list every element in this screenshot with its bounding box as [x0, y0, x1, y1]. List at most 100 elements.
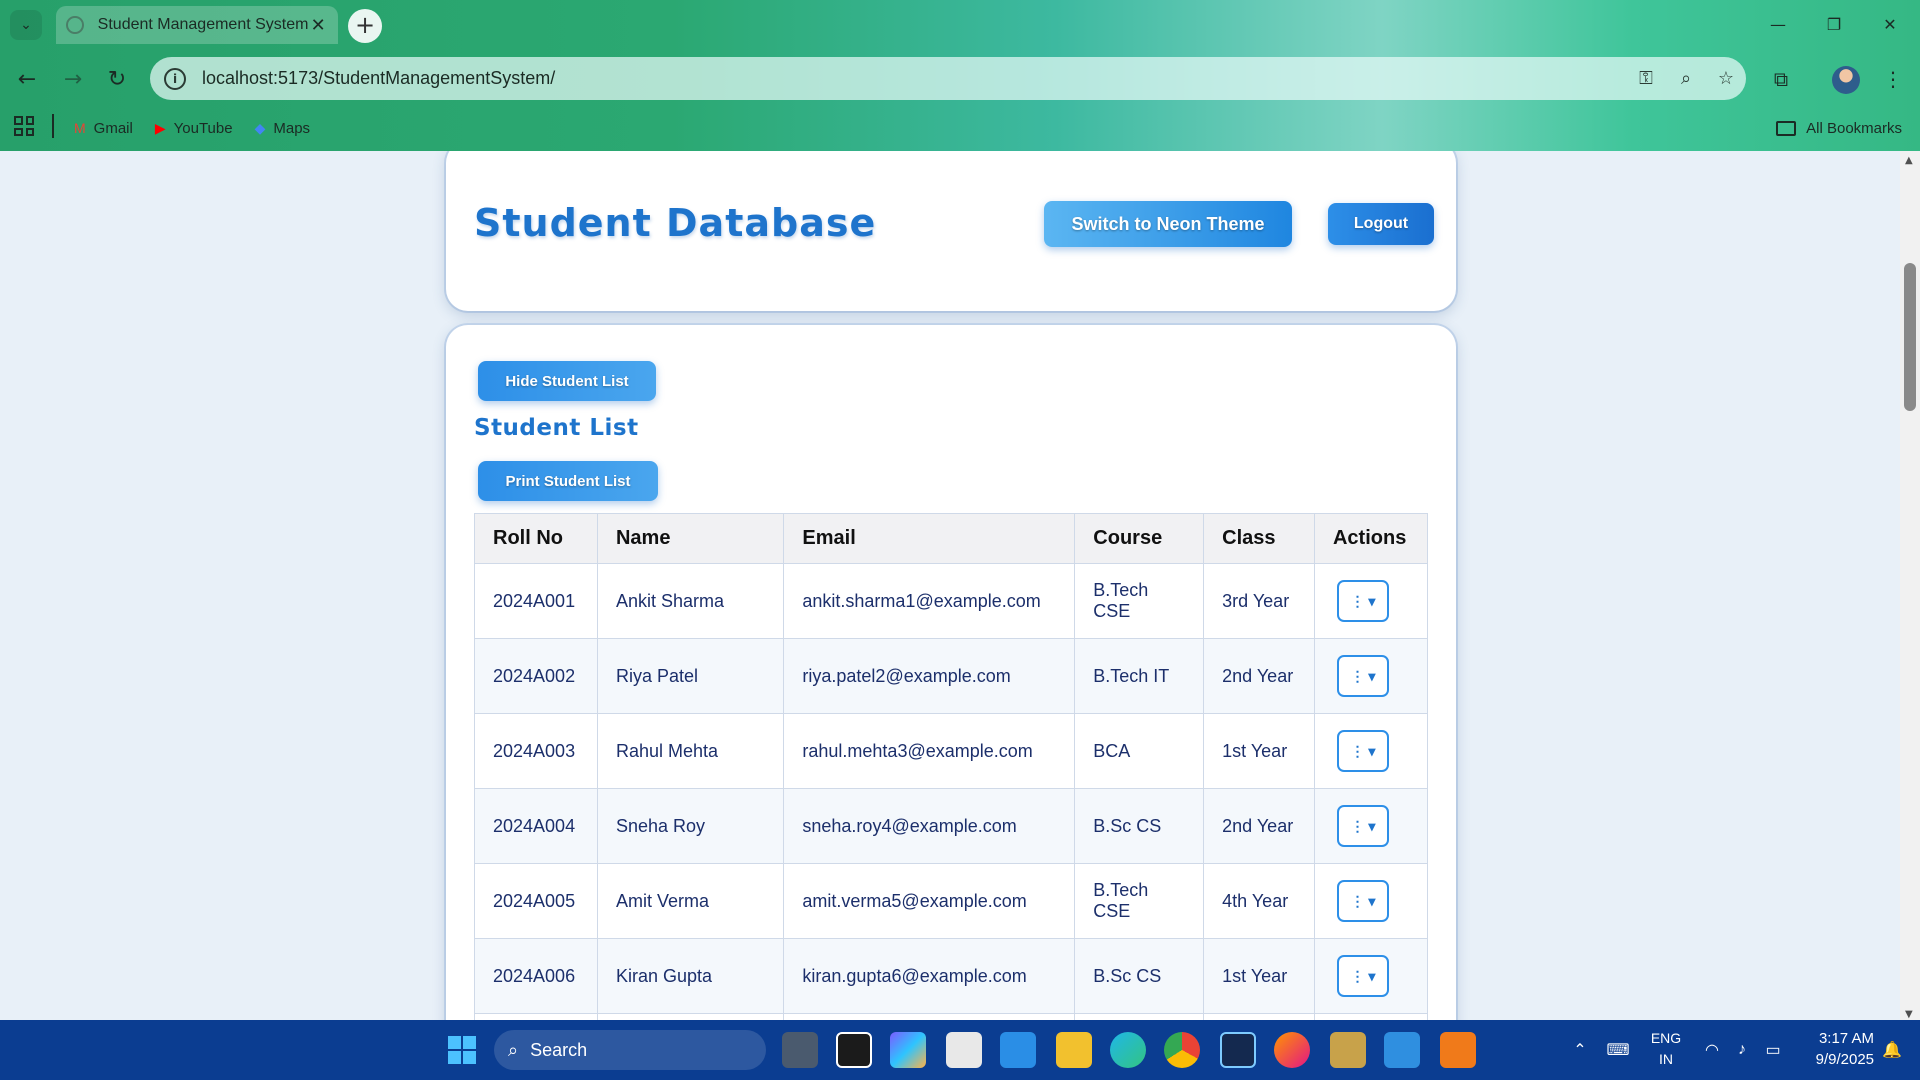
- cell-course: B.Tech CSE: [1074, 563, 1205, 639]
- youtube-icon: ▶: [154, 119, 166, 136]
- site-info-icon[interactable]: i: [164, 67, 186, 90]
- browser-menu-icon[interactable]: ⋮: [1876, 62, 1910, 96]
- bookmark-label: Gmail: [93, 119, 133, 137]
- vscode-icon[interactable]: [1000, 1032, 1036, 1068]
- section-title: Student List: [474, 415, 639, 441]
- row-actions-dropdown-button[interactable]: ⋮ ▾: [1336, 580, 1389, 622]
- forward-button[interactable]: →: [56, 62, 90, 96]
- bookmark-label: Maps: [273, 119, 311, 137]
- region-code: IN: [1659, 1051, 1673, 1067]
- scroll-up-arrow-icon[interactable]: ▲: [1905, 155, 1913, 166]
- system-clock[interactable]: 3:17 AM 9/9/2025: [1800, 1028, 1874, 1070]
- cell-name: Rahul Mehta: [596, 713, 785, 789]
- row-actions-dropdown-button[interactable]: ⋮ ▾: [1336, 730, 1389, 772]
- scroll-down-arrow-icon[interactable]: ▼: [1905, 1009, 1913, 1020]
- cell-class: 2nd Year: [1203, 638, 1315, 714]
- cell-class: 3rd Year: [1203, 563, 1315, 639]
- browser-tab[interactable]: Student Management System ✕: [56, 6, 338, 44]
- battery-icon[interactable]: ▭: [1760, 1020, 1786, 1080]
- cell-roll-no: 2024A003: [474, 713, 598, 789]
- app-icon[interactable]: [1330, 1032, 1366, 1068]
- cell-actions: ⋮ ▾: [1313, 863, 1429, 939]
- column-header-roll-no[interactable]: Roll No: [474, 513, 598, 564]
- taskbar-search-box[interactable]: ⌕ Search: [494, 1030, 766, 1070]
- reload-button[interactable]: ↻: [100, 62, 134, 96]
- logout-button[interactable]: Logout: [1328, 203, 1434, 245]
- notification-bell-icon[interactable]: 🔔: [1880, 1020, 1904, 1080]
- show-hidden-icons-chevron-icon[interactable]: ⌃: [1568, 1020, 1592, 1080]
- bookmark-youtube[interactable]: ▶ YouTube: [155, 120, 233, 137]
- table-row: 2024A003 Rahul Mehta rahul.mehta3@exampl…: [474, 713, 1429, 789]
- file-explorer-icon[interactable]: [1056, 1032, 1092, 1068]
- student-list-card: Hide Student List Student List Print Stu…: [446, 325, 1456, 1020]
- bookmarks-bar: M Gmail ▶ YouTube ◆ Maps: [0, 106, 1920, 150]
- row-actions-dropdown-button[interactable]: ⋮ ▾: [1336, 805, 1389, 847]
- xampp-icon[interactable]: [1440, 1032, 1476, 1068]
- address-bar[interactable]: i localhost:5173/StudentManagementSystem…: [150, 57, 1746, 100]
- hide-student-list-button[interactable]: Hide Student List: [478, 361, 656, 401]
- keyboard-icon[interactable]: ⌨: [1604, 1020, 1632, 1080]
- cell-email: amit.verma5@example.com: [783, 863, 1076, 939]
- bookmark-maps[interactable]: ◆ Maps: [255, 120, 310, 137]
- cell-course: B.Tech CSE: [1074, 863, 1205, 939]
- app-icon[interactable]: [1384, 1032, 1420, 1068]
- task-view-icon[interactable]: [782, 1032, 818, 1068]
- page-scrollbar[interactable]: ▲ ▼: [1900, 151, 1920, 1020]
- windows-start-icon[interactable]: [448, 1036, 476, 1064]
- intellij-icon[interactable]: [836, 1032, 872, 1068]
- bookmark-gmail[interactable]: M Gmail: [74, 120, 133, 137]
- row-actions-dropdown-button[interactable]: ⋮ ▾: [1336, 880, 1389, 922]
- all-bookmarks-button[interactable]: All Bookmarks: [1776, 106, 1902, 150]
- close-window-button[interactable]: ✕: [1862, 0, 1918, 48]
- column-header-name[interactable]: Name: [596, 513, 785, 564]
- zoom-icon[interactable]: ⌕: [1666, 68, 1706, 89]
- bookmark-star-icon[interactable]: ☆: [1706, 68, 1746, 89]
- cell-name: Riya Patel: [596, 638, 785, 714]
- table-row: 2024A006 Kiran Gupta kiran.gupta6@exampl…: [474, 938, 1429, 1014]
- cell-name: Sneha Roy: [596, 788, 785, 864]
- cell-email: rahul.mehta3@example.com: [783, 713, 1076, 789]
- header-card: Student Database Switch to Neon Theme Lo…: [446, 151, 1456, 311]
- minimize-button[interactable]: —: [1750, 0, 1806, 48]
- row-actions-dropdown-button[interactable]: ⋮ ▾: [1336, 655, 1389, 697]
- back-button[interactable]: ←: [10, 62, 44, 96]
- cell-roll-no: 2024A001: [474, 563, 598, 639]
- cell-actions: ⋮ ▾: [1313, 788, 1429, 864]
- close-icon[interactable]: ✕: [308, 15, 328, 36]
- table-row: 2024A002 Riya Patel riya.patel2@example.…: [474, 638, 1429, 714]
- scrollbar-thumb[interactable]: [1904, 263, 1916, 411]
- url-text[interactable]: localhost:5173/StudentManagementSystem/: [202, 68, 1626, 89]
- copilot-icon[interactable]: [890, 1032, 926, 1068]
- browser-toolbar: ← → ↻ i localhost:5173/StudentManagement…: [0, 50, 1920, 106]
- column-header-class[interactable]: Class: [1203, 513, 1315, 564]
- student-table: Roll No Name Email Course Class Actions …: [474, 513, 1429, 1020]
- profile-avatar[interactable]: [1832, 66, 1860, 94]
- app-icon[interactable]: [1220, 1032, 1256, 1068]
- search-placeholder: Search: [530, 1039, 588, 1060]
- password-key-icon[interactable]: ⚿: [1626, 68, 1666, 89]
- restore-button[interactable]: ❐: [1806, 0, 1862, 48]
- row-actions-dropdown-button[interactable]: ⋮ ▾: [1336, 955, 1389, 997]
- microsoft-store-icon[interactable]: [946, 1032, 982, 1068]
- chrome-icon[interactable]: [1164, 1032, 1200, 1068]
- extensions-icon[interactable]: ⧉: [1764, 62, 1798, 96]
- column-header-email[interactable]: Email: [783, 513, 1076, 564]
- cell-actions: ⋮ ▾: [1313, 713, 1429, 789]
- switch-theme-button[interactable]: Switch to Neon Theme: [1044, 201, 1292, 247]
- edge-icon[interactable]: [1110, 1032, 1146, 1068]
- clock-time: 3:17 AM: [1818, 1030, 1874, 1047]
- cell-roll-no: 2024A006: [474, 938, 598, 1014]
- firefox-icon[interactable]: [1274, 1032, 1310, 1068]
- language-code: ENG: [1650, 1030, 1682, 1046]
- cell-roll-no: 2024A004: [474, 788, 598, 864]
- volume-icon[interactable]: ♪: [1730, 1020, 1754, 1080]
- column-header-course[interactable]: Course: [1074, 513, 1205, 564]
- new-tab-button[interactable]: +: [348, 9, 382, 43]
- language-indicator[interactable]: ENG IN: [1648, 1028, 1684, 1070]
- wifi-icon[interactable]: ◠: [1700, 1020, 1724, 1080]
- page-favicon-icon: [66, 16, 84, 34]
- print-student-list-button[interactable]: Print Student List: [478, 461, 658, 501]
- browser-chrome: ⌄ Student Management System ✕ + — ❐ ✕ ← …: [0, 0, 1920, 151]
- cell-course: B.Sc CS: [1074, 788, 1205, 864]
- tab-search-button[interactable]: ⌄: [10, 10, 42, 40]
